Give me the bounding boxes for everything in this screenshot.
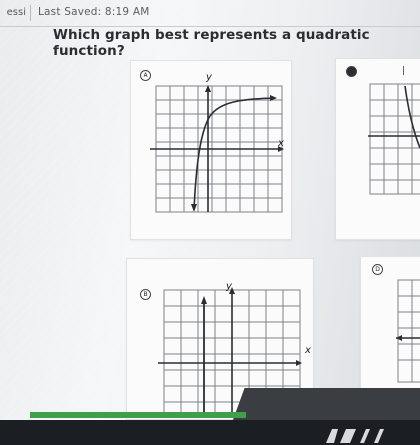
screen: essi Last Saved: 8:19 AM Which graph bes… — [0, 0, 420, 420]
option-b-x-arrow — [296, 360, 302, 366]
app-name-fragment: essi — [0, 5, 31, 21]
option-d-radio[interactable]: D — [372, 264, 383, 275]
bezel-shadow — [230, 388, 420, 420]
option-a-curve-arrow-low — [191, 204, 197, 212]
top-bar: essi Last Saved: 8:19 AM — [0, 0, 420, 27]
option-c-graph — [368, 83, 420, 195]
option-a-x-label: x — [278, 138, 284, 149]
option-b-radio[interactable]: B — [140, 289, 151, 300]
option-b-line-arrow — [201, 296, 207, 304]
last-saved-status: Last Saved: 8:19 AM — [38, 6, 150, 18]
option-c-radio[interactable] — [346, 66, 357, 77]
option-a-graph — [150, 85, 284, 213]
option-b-y-label: y — [226, 281, 232, 292]
option-a-y-label: y — [206, 72, 212, 83]
progress-bar — [30, 412, 246, 418]
option-c-y-mark: | — [402, 66, 406, 76]
option-a-curve — [193, 97, 275, 211]
option-d-graph — [396, 279, 420, 383]
monitor-logo-icon — [326, 429, 384, 443]
option-b-x-label: x — [305, 345, 311, 356]
question-text: Which graph best represents a quadratic … — [53, 27, 370, 59]
